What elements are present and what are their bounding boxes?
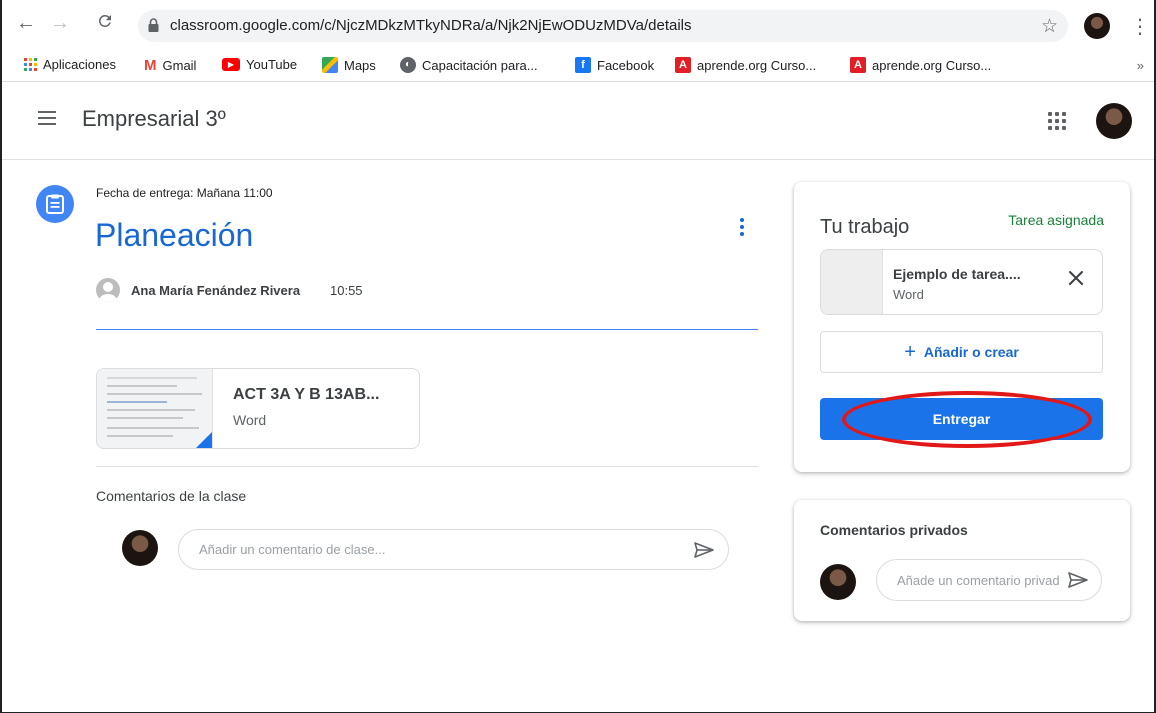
file-name: Ejemplo de tarea.... <box>893 266 1021 282</box>
bookmark-maps[interactable]: Maps <box>322 57 376 73</box>
globe-icon: ◐ <box>400 57 416 73</box>
gmail-icon: M <box>144 57 157 74</box>
facebook-icon: f <box>575 57 591 73</box>
profile-avatar[interactable] <box>1084 13 1110 39</box>
account-avatar[interactable] <box>1096 103 1132 139</box>
bookmarks-bar: Aplicaciones M Gmail ▶ YouTube Maps ◐ Ca… <box>2 50 1154 82</box>
plus-icon: + <box>904 341 916 363</box>
bookmark-label: aprende.org Curso... <box>697 57 817 73</box>
bookmark-capacitacion[interactable]: ◐ Capacitación para... <box>400 57 538 73</box>
submit-button[interactable]: Entregar <box>820 398 1103 440</box>
private-comments-card: Comentarios privados <box>794 500 1130 621</box>
user-avatar <box>820 564 856 600</box>
url-text: classroom.google.com/c/NjczMDkzMTkyNDRa/… <box>170 17 692 34</box>
add-or-create-button[interactable]: + Añadir o crear <box>820 331 1103 373</box>
bookmark-apps[interactable]: Aplicaciones <box>24 57 116 72</box>
your-work-card: Tu trabajo Tarea asignada Ejemplo de tar… <box>794 182 1130 472</box>
menu-icon[interactable] <box>38 111 56 125</box>
document-thumbnail <box>97 369 213 448</box>
bookmark-label: aprende.org Curso... <box>872 57 992 73</box>
bookmarks-more-button[interactable]: » <box>1137 58 1144 73</box>
private-comments-label: Comentarios privados <box>820 522 968 538</box>
class-title[interactable]: Empresarial 3º <box>82 106 226 132</box>
arrow-left-icon[interactable]: ← <box>16 13 36 33</box>
youtube-icon: ▶ <box>222 58 240 71</box>
bookmark-facebook[interactable]: f Facebook <box>575 57 654 73</box>
aprende-icon: A <box>850 57 866 73</box>
classroom-header: Empresarial 3º <box>2 82 1154 160</box>
send-icon[interactable] <box>694 542 714 558</box>
google-apps-icon[interactable] <box>1048 112 1066 130</box>
word-file-corner <box>196 432 212 448</box>
bookmark-aprende-2[interactable]: A aprende.org Curso... <box>850 57 991 73</box>
bookmark-gmail[interactable]: M Gmail <box>144 57 196 74</box>
more-options-icon[interactable] <box>740 218 744 236</box>
reload-icon[interactable] <box>96 12 114 34</box>
maps-icon <box>322 57 338 73</box>
assignment-title: Planeación <box>95 217 254 253</box>
bookmark-label: YouTube <box>246 57 298 72</box>
class-comment-input[interactable] <box>178 529 729 570</box>
close-icon[interactable] <box>1066 268 1086 288</box>
file-thumbnail <box>821 250 883 314</box>
divider <box>96 466 758 467</box>
attachment-type: Word <box>233 412 267 428</box>
attachment-card[interactable]: ACT 3A Y B 13AB... Word <box>96 368 420 449</box>
browser-menu-icon[interactable]: ⋮ <box>1130 14 1150 39</box>
apps-icon <box>24 58 37 71</box>
bookmark-label: Aplicaciones <box>43 57 116 72</box>
class-comments-label: Comentarios de la clase <box>96 488 247 504</box>
divider <box>96 329 758 330</box>
due-date: Fecha de entrega: Mañana 11:00 <box>96 186 273 200</box>
user-avatar <box>122 530 158 566</box>
assignment-icon <box>36 185 74 223</box>
bookmark-label: Facebook <box>597 57 655 73</box>
aprende-icon: A <box>675 57 691 73</box>
your-work-title: Tu trabajo <box>820 216 910 238</box>
bookmark-aprende-1[interactable]: A aprende.org Curso... <box>675 57 816 73</box>
lock-icon <box>148 18 159 32</box>
author-avatar <box>96 278 120 302</box>
attached-file[interactable]: Ejemplo de tarea.... Word <box>820 249 1103 315</box>
browser-toolbar: ← → classroom.google.com/c/NjczMDkzMTkyN… <box>2 0 1154 50</box>
file-type: Word <box>893 287 924 302</box>
arrow-right-icon[interactable]: → <box>50 13 70 33</box>
attachment-title: ACT 3A Y B 13AB... <box>233 386 380 403</box>
send-icon[interactable] <box>1068 572 1088 588</box>
address-bar[interactable]: classroom.google.com/c/NjczMDkzMTkyNDRa/… <box>138 10 1068 42</box>
add-or-create-label: Añadir o crear <box>923 344 1019 360</box>
bookmark-label: Gmail <box>162 58 197 73</box>
bookmark-label: Maps <box>344 57 376 73</box>
author-name: Ana María Fenández Rivera <box>131 283 301 298</box>
bookmark-label: Capacitación para... <box>422 57 538 73</box>
post-time: 10:55 <box>330 283 363 298</box>
star-icon[interactable]: ☆ <box>1041 15 1058 38</box>
bookmark-youtube[interactable]: ▶ YouTube <box>222 57 297 72</box>
assignment-status: Tarea asignada <box>1008 212 1104 228</box>
